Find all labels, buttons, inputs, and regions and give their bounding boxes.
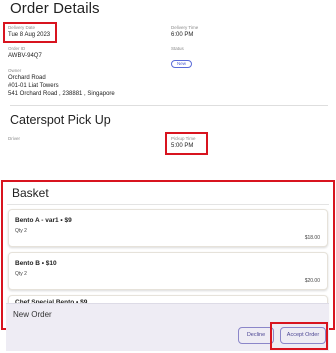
decline-button[interactable]: Decline: [238, 327, 274, 344]
basket-item-qty: Qty 2: [15, 271, 27, 277]
pickup-time-field: Pickup Time 5:00 PM: [171, 136, 196, 150]
basket-item-qty: Qty 2: [15, 228, 27, 234]
order-id-field: Order ID AWBV-94Q7: [8, 46, 42, 60]
basket-item-card[interactable]: Bento A - var1 • $9 Qty 2 $18.00: [8, 209, 328, 247]
driver-label: Driver: [8, 136, 20, 141]
basket-item-price: $18.00: [304, 235, 320, 241]
pickup-time-value: 5:00 PM: [171, 143, 194, 149]
basket-item-name: Bento A - var1 • $9: [15, 217, 72, 224]
accept-order-highlight: [270, 322, 328, 350]
delivery-time-value: 6:00 PM: [171, 32, 194, 38]
owner-name: Orchard Road: [8, 75, 46, 81]
basket-item-card[interactable]: Bento B • $10 Qty 2 $20.00: [8, 252, 328, 290]
page-title: Order Details: [10, 0, 100, 17]
status-field: Status New: [171, 46, 193, 70]
delivery-time-field: Delivery Time 6:00 PM: [171, 25, 198, 39]
status-badge-text: New: [177, 61, 187, 66]
status-label: Status: [171, 46, 184, 51]
pickup-title: Caterspot Pick Up: [10, 113, 111, 127]
order-id-value: AWBV-94Q7: [8, 53, 42, 59]
basket-title: Basket: [12, 186, 49, 200]
owner-field: Owner Orchard Road #01-01 Liat Towers 54…: [8, 68, 115, 98]
new-order-title: New Order: [13, 310, 52, 319]
delivery-date-field: Delivery Date Tue 8 Aug 2023: [8, 25, 50, 39]
basket-item-price: $20.00: [304, 278, 320, 284]
basket-divider: [7, 204, 329, 205]
basket-item-name: Bento B • $10: [15, 260, 57, 267]
owner-address-line-2: 541 Orchard Road , 238881 , Singapore: [8, 91, 115, 97]
owner-address-line-1: #01-01 Liat Towers: [8, 83, 59, 89]
delivery-date-value: Tue 8 Aug 2023: [8, 32, 51, 38]
driver-field: Driver: [8, 136, 20, 142]
status-badge: New: [171, 60, 193, 68]
section-divider: [10, 105, 328, 106]
